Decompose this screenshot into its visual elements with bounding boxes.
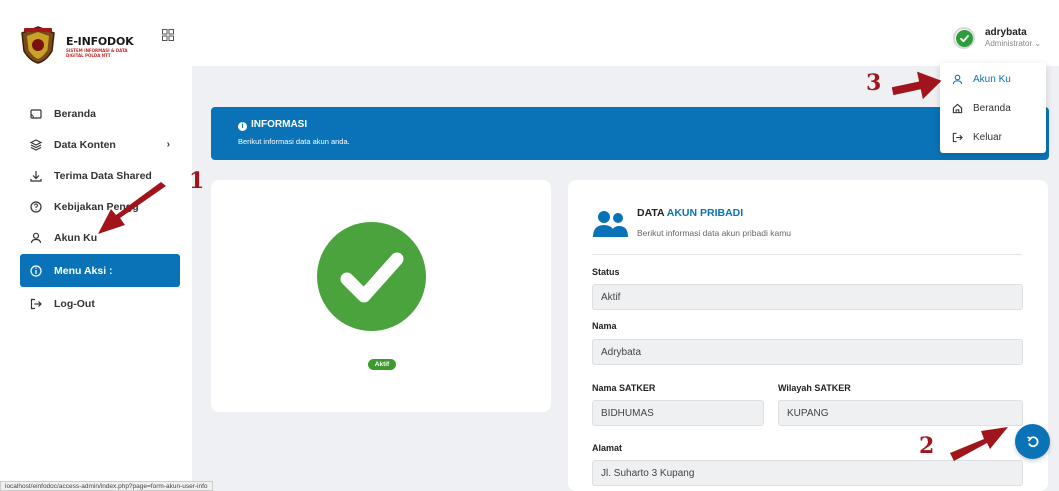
sidebar-item-menu-aksi[interactable]: Menu Aksi : [20,254,180,287]
check-icon [955,29,973,47]
sidebar-item-label: Data Konten [54,138,116,151]
sidebar-item-beranda[interactable]: Beranda [20,98,180,129]
top-header [192,0,1059,66]
chevron-down-icon: ⌄ [1034,39,1042,48]
wilayah-label: Wilayah SATKER [778,383,851,393]
status-url: localhost/einfodoc/access-admin/index.ph… [0,481,213,491]
section-title: DATA AKUN PRIBADI [637,207,743,219]
info-icon: i [238,122,247,131]
dropdown-item-akun-ku[interactable]: Akun Ku [952,71,1011,87]
cast-icon [30,108,42,120]
brand: E-INFODOK SISTEM INFORMASI & DATA DIGITA… [0,0,192,86]
user-name[interactable]: adrybata [985,27,1027,38]
refresh-icon [1026,435,1039,447]
dropdown-item-keluar[interactable]: Keluar [952,129,1002,145]
annotation-arrow-3 [892,71,942,100]
avatar[interactable] [953,27,975,49]
user-role[interactable]: Administrator ⌄ [985,39,1041,48]
sidebar-item-log-out[interactable]: Log-Out [20,288,180,319]
banner-text: Berikut informasi data akun anda. [238,137,350,146]
dropdown-item-label: Akun Ku [973,73,1011,85]
satker-label: Nama SATKER [592,383,656,393]
home-icon [952,103,964,114]
status-label: Status [592,267,620,277]
dropdown-item-label: Beranda [973,102,1011,114]
annotation-arrow-1 [98,182,166,234]
users-icon [593,211,628,237]
chevron-right-icon: › [166,139,170,150]
alamat-label: Alamat [592,443,623,453]
dropdown-item-beranda[interactable]: Beranda [952,100,1011,116]
annotation-number-1: 1 [189,168,205,194]
brand-title: E-INFODOK [66,35,134,48]
banner-title: i INFORMASI [238,119,307,131]
nama-field[interactable]: Adrybata [592,339,1023,365]
refresh-button[interactable] [1015,424,1050,459]
check-circle-icon [317,222,426,331]
info-icon [30,264,42,277]
user-dropdown-menu: Akun Ku Beranda Keluar [940,63,1046,153]
section-title-plain: DATA [637,207,665,219]
sidebar-item-label: Menu Aksi : [54,264,113,277]
sidebar-item-data-konten[interactable]: Data Konten › [20,129,180,160]
section-title-accent: AKUN PRIBADI [666,207,744,219]
sidebar-item-label: Akun Ku [54,231,98,244]
logout-icon [30,298,42,310]
sidebar-item-label: Log-Out [54,297,95,310]
annotation-number-3: 3 [866,70,882,96]
status-field[interactable]: Aktif [592,284,1023,310]
nama-label: Nama [592,321,617,331]
help-circle-icon [30,200,42,213]
user-icon [952,74,964,85]
user-icon [30,232,42,244]
logout-icon [952,132,964,143]
divider [592,254,1022,255]
brand-subtitle: SISTEM INFORMASI & DATA DIGITAL POLDA NT… [66,48,128,58]
satker-field[interactable]: BIDHUMAS [592,400,764,426]
annotation-number-2: 2 [919,433,935,459]
user-role-label: Administrator [985,39,1033,48]
dropdown-item-label: Keluar [973,131,1002,143]
wilayah-field[interactable]: KUPANG [778,400,1023,426]
annotation-arrow-2 [950,427,1008,461]
section-subtitle: Berikut informasi data akun pribadi kamu [637,228,792,238]
download-icon [30,170,42,182]
police-logo [21,26,55,64]
status-badge: Aktif [368,359,396,370]
sidebar: E-INFODOK SISTEM INFORMASI & DATA DIGITA… [0,0,192,491]
info-banner: i INFORMASI Berikut informasi data akun a… [211,107,1049,160]
sidebar-item-label: Terima Data Shared [54,169,152,182]
layers-icon [30,138,42,151]
sidebar-item-label: Beranda [54,107,97,120]
status-card: Aktif [211,180,551,412]
grid-icon[interactable] [162,29,174,41]
banner-title-text: INFORMASI [251,119,308,130]
